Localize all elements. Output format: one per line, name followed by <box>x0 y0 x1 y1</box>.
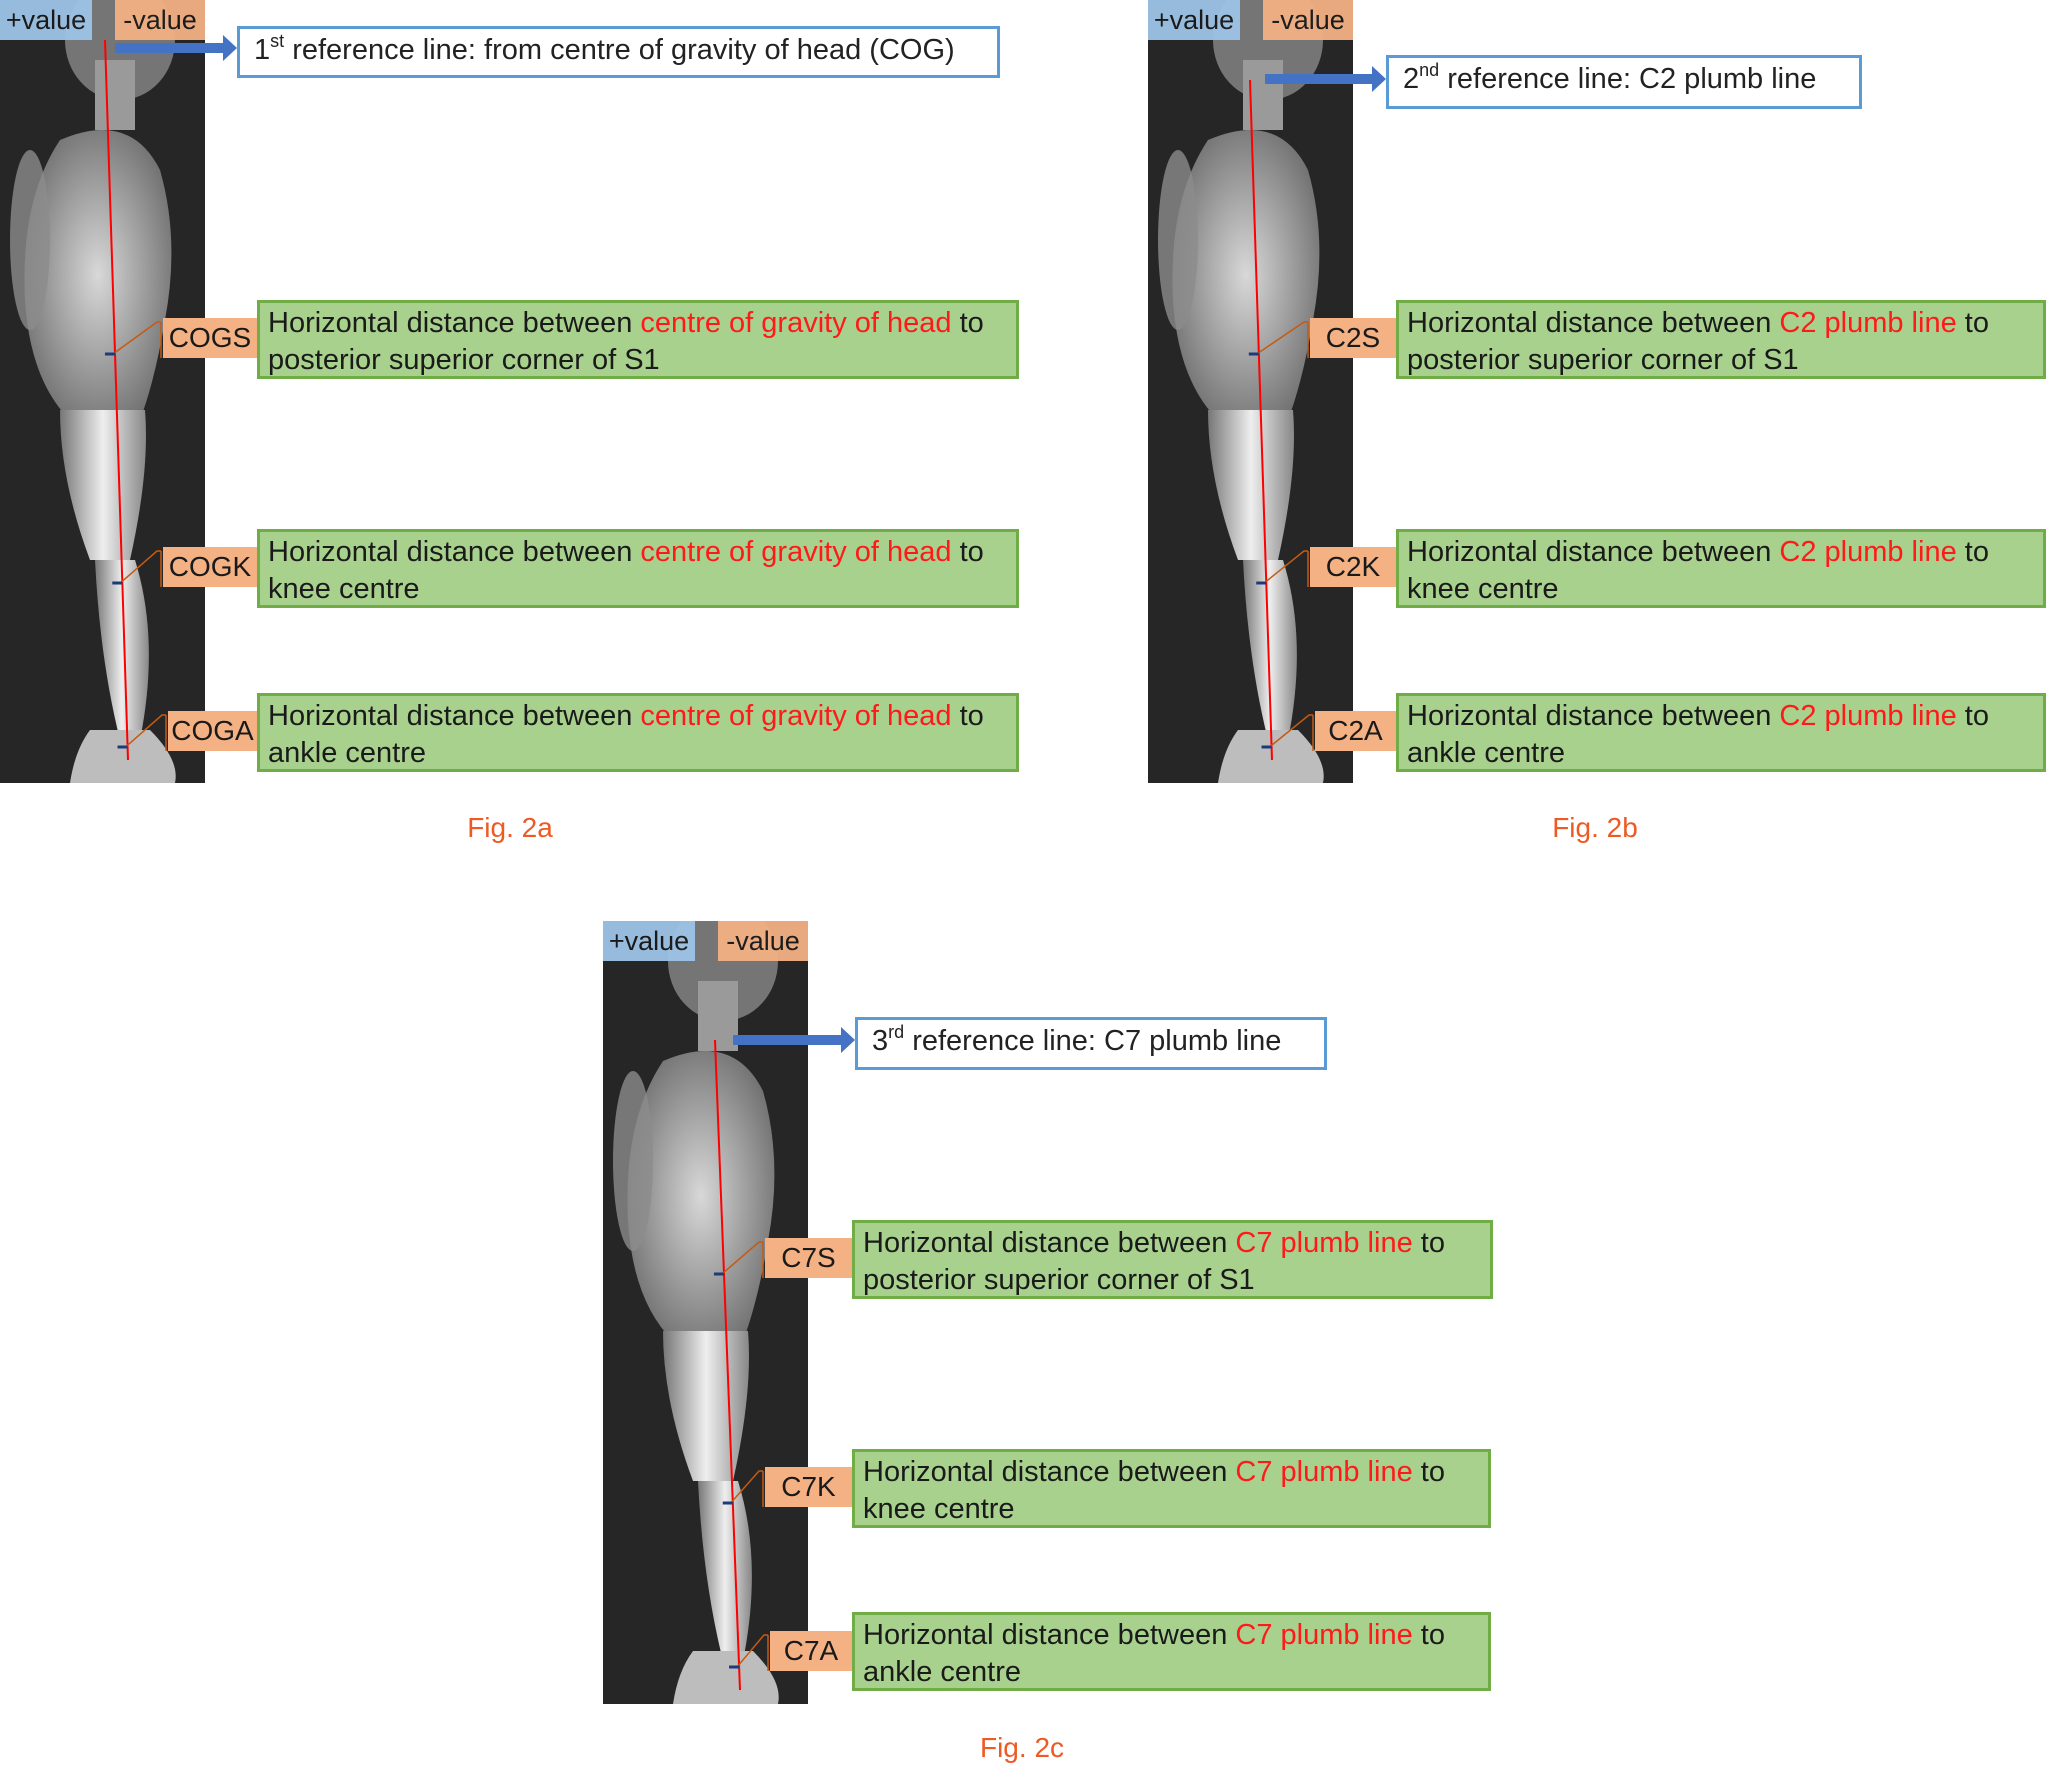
description-box: Horizontal distance between C7 plumb lin… <box>852 1220 1493 1299</box>
description-text: Horizontal distance between <box>1407 307 1780 339</box>
reference-highlight: centre of gravity of head <box>640 536 952 568</box>
reference-highlight: centre of gravity of head <box>640 700 952 732</box>
minus-value-tag: -value <box>718 921 808 961</box>
figure-caption: Fig. 2c <box>979 1732 1065 1763</box>
description-box: Horizontal distance between C7 plumb lin… <box>852 1449 1491 1528</box>
description-text: Horizontal distance between <box>863 1619 1236 1651</box>
plus-value-tag: +value <box>1148 0 1240 40</box>
description-text: Horizontal distance between <box>268 307 641 339</box>
arrow-icon <box>1265 66 1386 92</box>
description-box: Horizontal distance between centre of gr… <box>257 300 1019 379</box>
description-box: Horizontal distance between C2 plumb lin… <box>1396 300 2046 379</box>
measurement-label: C7K <box>765 1467 852 1507</box>
description-box: Horizontal distance between C2 plumb lin… <box>1396 529 2046 608</box>
ref-ordinal: st <box>270 31 285 51</box>
ref-text: reference line: from centre of gravity o… <box>284 34 955 66</box>
description-box: Horizontal distance between centre of gr… <box>257 693 1019 772</box>
ref-number: 3 <box>872 1025 889 1057</box>
minus-value-tag: -value <box>115 0 205 40</box>
measurement-label: COGK <box>163 547 257 587</box>
ref-ordinal: nd <box>1419 60 1440 80</box>
description-box: Horizontal distance between centre of gr… <box>257 529 1019 608</box>
reference-highlight: C7 plumb line <box>1235 1227 1413 1259</box>
description-box: Horizontal distance between C2 plumb lin… <box>1396 693 2046 772</box>
reference-highlight: C2 plumb line <box>1779 307 1957 339</box>
measurement-label: C2S <box>1310 318 1396 358</box>
reference-line-box: 3rd reference line: C7 plumb line <box>855 1017 1327 1070</box>
ref-number: 1 <box>254 34 271 66</box>
description-text: Horizontal distance between <box>268 536 641 568</box>
reference-line-box: 1st reference line: from centre of gravi… <box>237 26 1000 78</box>
description-box: Horizontal distance between C7 plumb lin… <box>852 1612 1491 1691</box>
reference-highlight: centre of gravity of head <box>640 307 952 339</box>
description-text: Horizontal distance between <box>863 1227 1236 1259</box>
reference-highlight: C7 plumb line <box>1235 1619 1413 1651</box>
reference-highlight: C7 plumb line <box>1235 1456 1413 1488</box>
minus-value-tag: -value <box>1263 0 1353 40</box>
description-text: Horizontal distance between <box>1407 700 1780 732</box>
xray-image <box>0 0 205 783</box>
reference-highlight: C2 plumb line <box>1779 700 1957 732</box>
measurement-label: COGS <box>163 318 257 358</box>
plus-value-tag: +value <box>603 921 695 961</box>
measurement-label: C7A <box>770 1631 852 1671</box>
figure-caption: Fig. 2a <box>467 812 553 843</box>
xray-image <box>1148 0 1353 783</box>
measurement-label: C2A <box>1315 711 1396 751</box>
measurement-label: C7S <box>765 1238 852 1278</box>
description-text: Horizontal distance between <box>268 700 641 732</box>
figure-caption: Fig. 2b <box>1552 812 1638 843</box>
arrow-icon <box>733 1027 855 1053</box>
ref-text: reference line: C7 plumb line <box>904 1025 1282 1057</box>
reference-highlight: C2 plumb line <box>1779 536 1957 568</box>
ref-ordinal: rd <box>888 1022 905 1042</box>
description-text: Horizontal distance between <box>863 1456 1236 1488</box>
description-text: Horizontal distance between <box>1407 536 1780 568</box>
plus-value-tag: +value <box>0 0 92 40</box>
ref-text: reference line: C2 plumb line <box>1439 63 1817 95</box>
measurement-label: C2K <box>1310 547 1396 587</box>
ref-number: 2 <box>1403 63 1420 95</box>
measurement-label: COGA <box>168 711 257 751</box>
arrow-icon <box>115 35 237 61</box>
reference-line-box: 2nd reference line: C2 plumb line <box>1386 55 1862 109</box>
